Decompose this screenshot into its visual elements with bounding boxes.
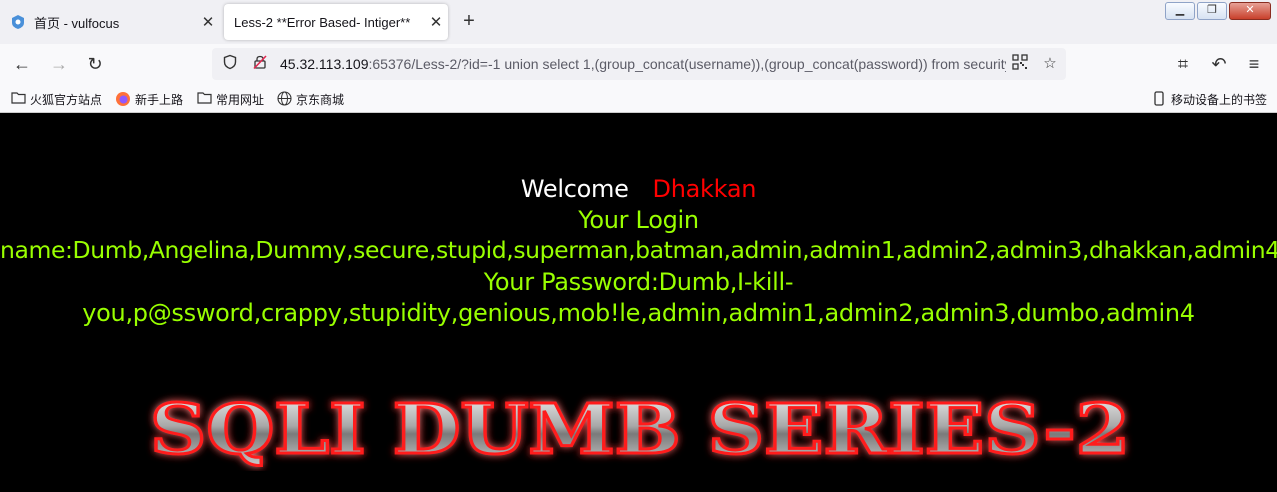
url-text[interactable]: 45.32.113.109:65376/Less-2/?id=-1 union …: [280, 56, 1006, 72]
page-content: Welcome Dhakkan Your Login name:Dumb,Ange…: [0, 113, 1277, 492]
welcome-text: Welcome: [520, 175, 629, 203]
sqli-dumb-series-banner: SQLI DUMB SERIES-2: [149, 389, 1132, 471]
bookmark-item[interactable]: 新手上路: [115, 89, 183, 109]
tab-title: Less-2 **Error Based- Intiger**: [234, 14, 411, 30]
restore-icon[interactable]: ❐: [1197, 2, 1227, 20]
menu-icon[interactable]: ≡: [1244, 54, 1264, 74]
tab-less-2[interactable]: Less-2 **Error Based- Intiger** ✕: [224, 4, 448, 40]
login-names: name:Dumb,Angelina,Dummy,secure,stupid,s…: [0, 236, 1277, 264]
vulfocus-icon: [10, 14, 26, 30]
bookmarks-bar: 火狐官方站点 新手上路 常用网址 京东商城 移动设备上的书签: [0, 85, 1277, 113]
folder-icon: [196, 91, 212, 107]
navigation-bar: ← → ↻ 45.32.113.109:65376/Less-2/?id=-1 …: [0, 44, 1277, 85]
welcome-line: Welcome Dhakkan: [0, 175, 1277, 203]
insecure-lock-icon[interactable]: [250, 54, 270, 74]
bookmark-item[interactable]: 火狐官方站点: [10, 89, 102, 109]
password-line-2: you,p@ssword,crappy,stupidity,genious,mo…: [82, 299, 1195, 327]
window-controls: ▁ ❐ ✕: [1165, 2, 1271, 20]
crop-screenshot-icon[interactable]: ⌗: [1173, 54, 1193, 74]
firefox-icon: [115, 91, 131, 107]
undo-icon[interactable]: ↶: [1209, 54, 1229, 74]
bookmark-item[interactable]: 常用网址: [196, 89, 264, 109]
bookmark-star-icon[interactable]: ☆: [1040, 54, 1060, 74]
tab-vulfocus[interactable]: 首页 - vulfocus ✕: [0, 4, 220, 40]
url-bar[interactable]: 45.32.113.109:65376/Less-2/?id=-1 union …: [212, 48, 1066, 80]
back-icon[interactable]: ←: [12, 54, 32, 74]
bookmark-label: 常用网址: [216, 92, 265, 107]
mobile-bookmarks[interactable]: 移动设备上的书签: [1151, 89, 1267, 109]
shield-icon[interactable]: [220, 54, 240, 74]
user-name: Dhakkan: [652, 175, 757, 203]
bookmark-item[interactable]: 京东商城: [276, 89, 344, 109]
password-line-1: Your Password:Dumb,I-kill-: [483, 268, 794, 296]
globe-icon: [276, 91, 292, 107]
forward-icon[interactable]: →: [49, 54, 69, 74]
close-tab-icon[interactable]: ✕: [424, 13, 448, 31]
mobile-device-icon: [1151, 91, 1167, 107]
close-tab-icon[interactable]: ✕: [196, 13, 220, 31]
bookmark-label: 新手上路: [135, 92, 184, 107]
tab-title: 首页 - vulfocus: [34, 15, 120, 31]
bookmark-label: 京东商城: [296, 92, 345, 107]
window-close-icon[interactable]: ✕: [1229, 2, 1271, 20]
url-path: :65376/Less-2/?id=-1 union select 1,(gro…: [368, 56, 1007, 72]
mobile-bookmarks-label: 移动设备上的书签: [1170, 92, 1267, 107]
url-host: 45.32.113.109: [280, 56, 369, 72]
minimize-icon[interactable]: ▁: [1165, 2, 1195, 20]
folder-icon: [10, 91, 26, 107]
login-label: Your Login: [578, 206, 699, 234]
tab-strip: 首页 - vulfocus ✕ Less-2 **Error Based- In…: [0, 0, 1277, 44]
reload-icon[interactable]: ↻: [85, 54, 105, 74]
new-tab-button[interactable]: +: [456, 8, 482, 34]
banner-text: SQLI DUMB SERIES-2: [150, 390, 1130, 470]
bookmark-label: 火狐官方站点: [30, 92, 103, 107]
qr-code-icon[interactable]: [1010, 54, 1030, 74]
